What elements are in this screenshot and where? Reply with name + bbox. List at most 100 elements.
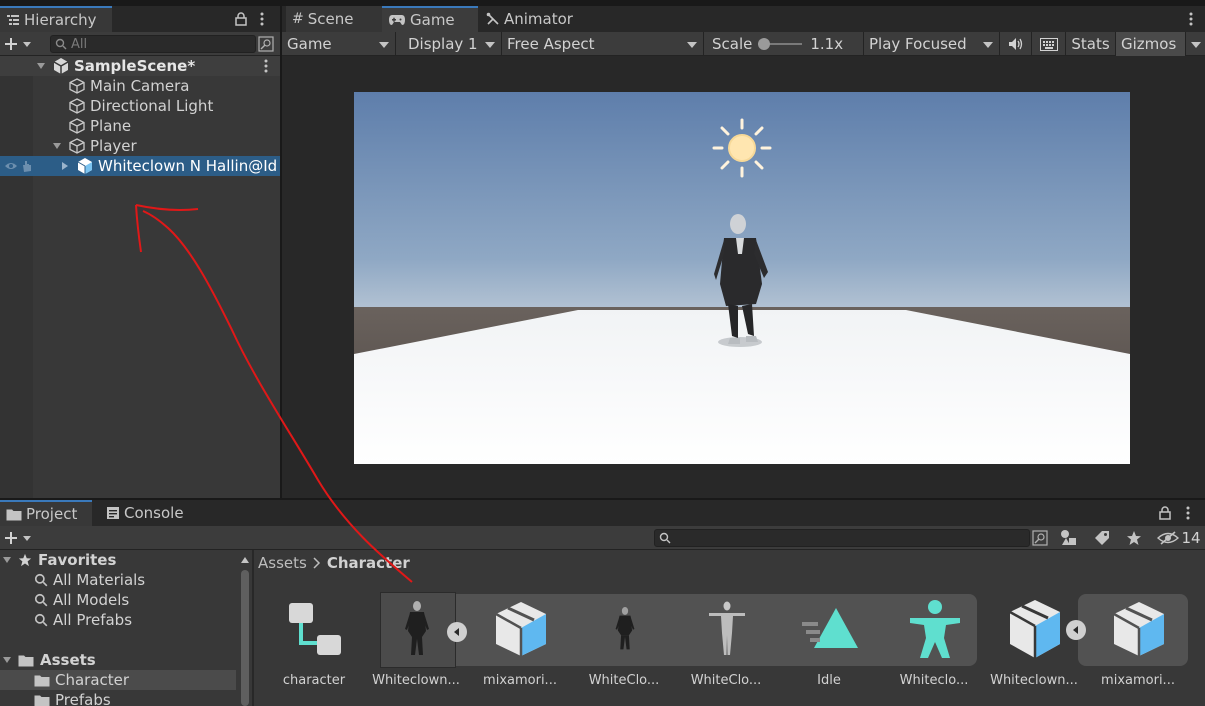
folder-item-character[interactable]: Character xyxy=(0,670,236,690)
project-content: Assets Character character Whiteclown... xyxy=(254,550,1205,706)
lock-icon[interactable] xyxy=(1158,504,1172,522)
favorite-item[interactable]: All Models xyxy=(0,590,236,610)
more-vertical-icon[interactable] xyxy=(256,10,268,28)
scrollbar-thumb[interactable] xyxy=(241,570,249,706)
pickable-hand-icon[interactable] xyxy=(20,159,34,173)
more-vertical-icon[interactable] xyxy=(1185,10,1197,28)
more-vertical-icon[interactable] xyxy=(1182,504,1194,522)
hierarchy-item[interactable]: Plane xyxy=(0,116,280,136)
aspect-dropdown[interactable]: Free Aspect xyxy=(502,32,704,56)
hierarchy-item[interactable]: Player xyxy=(0,136,280,156)
asset-label: Whiteclown... xyxy=(372,673,460,688)
hierarchy-item-label: Whiteclown N Hallin@Id xyxy=(98,157,278,175)
favorite-item-label: All Materials xyxy=(53,571,146,589)
expand-arrow-icon[interactable] xyxy=(2,655,12,665)
scale-control: Scale 1.1x xyxy=(704,32,864,56)
animation-clip-icon xyxy=(795,594,865,664)
scene-row[interactable]: SampleScene* xyxy=(0,56,280,76)
breadcrumb: Assets Character xyxy=(254,550,1205,576)
favorites-label: Favorites xyxy=(38,551,117,569)
hierarchy-toolbar: All xyxy=(0,32,280,56)
tab-project[interactable]: Project xyxy=(0,500,92,526)
asset-item[interactable]: WhiteClo... xyxy=(576,594,672,704)
ground-plane xyxy=(354,310,1130,464)
hierarchy-item-selected[interactable]: Whiteclown N Hallin@Id xyxy=(0,156,280,176)
console-icon xyxy=(106,506,120,520)
shortcuts-button[interactable] xyxy=(1032,32,1066,56)
asset-item[interactable]: mixamori... xyxy=(1090,594,1186,704)
scale-slider[interactable] xyxy=(758,36,803,52)
gizmos-dropdown[interactable] xyxy=(1186,32,1205,56)
favorite-item[interactable]: All Prefabs xyxy=(0,610,236,630)
scene-search-icon[interactable] xyxy=(257,35,275,53)
asset-label: character xyxy=(282,673,346,688)
tab-game-label: Game xyxy=(410,11,455,29)
search-placeholder: All xyxy=(71,36,88,52)
search-by-scene-icon[interactable] xyxy=(1031,529,1049,547)
gizmos-button[interactable]: Gizmos xyxy=(1116,32,1186,56)
scale-label: Scale xyxy=(712,35,753,53)
star-icon xyxy=(18,553,32,567)
hierarchy-item-label: Directional Light xyxy=(90,97,214,115)
hierarchy-item[interactable]: Main Camera xyxy=(0,76,280,96)
hierarchy-tabbar: Hierarchy xyxy=(0,6,280,32)
filter-by-label-icon[interactable] xyxy=(1090,528,1114,548)
assets-row[interactable]: Assets xyxy=(0,650,236,670)
favorite-item[interactable]: All Materials xyxy=(0,570,236,590)
expand-arrow-button[interactable] xyxy=(1066,620,1086,640)
mute-audio-button[interactable] xyxy=(1000,32,1032,56)
tab-console[interactable]: Console xyxy=(100,500,196,526)
asset-item[interactable]: WhiteClo... xyxy=(678,594,774,704)
tab-hierarchy[interactable]: Hierarchy xyxy=(0,6,112,32)
tab-scene[interactable]: # Scene xyxy=(286,6,382,32)
play-mode-dropdown[interactable]: Play Focused xyxy=(864,32,1000,56)
lock-icon[interactable] xyxy=(234,10,248,28)
expand-arrow-icon[interactable] xyxy=(2,555,12,565)
scene-more-icon[interactable] xyxy=(264,59,268,73)
visibility-eye-icon[interactable] xyxy=(4,160,18,172)
model-thumbnail xyxy=(382,594,452,664)
expand-arrow-icon[interactable] xyxy=(36,61,46,71)
expand-arrow-right-icon[interactable] xyxy=(60,161,70,171)
create-dropdown-button[interactable] xyxy=(2,529,34,547)
prefab-cube-icon xyxy=(486,594,556,664)
stats-button[interactable]: Stats xyxy=(1066,32,1116,56)
filter-by-type-icon[interactable] xyxy=(1058,528,1080,548)
breadcrumb-current[interactable]: Character xyxy=(327,554,410,572)
chevron-down-icon xyxy=(379,42,389,48)
game-view-dropdown[interactable]: Game xyxy=(282,32,396,56)
hierarchy-list-icon xyxy=(6,13,20,27)
asset-item-model[interactable]: Whiteclown... xyxy=(368,592,464,704)
hidden-packages-toggle[interactable]: 14 xyxy=(1156,528,1202,548)
folder-item-label: Prefabs xyxy=(55,691,111,706)
display-dropdown[interactable]: Display 1 xyxy=(396,32,502,56)
asset-item[interactable]: mixamori... xyxy=(472,594,568,704)
asset-item[interactable]: character xyxy=(266,594,362,704)
animator-icon xyxy=(486,12,500,26)
add-dropdown-button[interactable] xyxy=(2,35,34,53)
tab-game[interactable]: Game xyxy=(382,6,478,32)
tree-scrollbar[interactable] xyxy=(238,550,252,706)
collapse-arrow-button[interactable] xyxy=(447,622,467,642)
asset-item[interactable]: Idle xyxy=(781,594,877,704)
project-tabbar: Project Console xyxy=(0,500,1205,526)
prefab-cube-icon xyxy=(1000,594,1070,664)
folder-item-prefabs[interactable]: Prefabs xyxy=(0,690,236,706)
hierarchy-search-input[interactable]: All xyxy=(50,35,256,53)
project-search-input[interactable] xyxy=(654,529,1030,547)
unity-scene-icon xyxy=(53,58,69,74)
favorite-item-label: All Models xyxy=(53,591,130,609)
scroll-up-icon[interactable] xyxy=(240,556,250,564)
game-viewport[interactable] xyxy=(354,92,1130,464)
tab-animator[interactable]: Animator xyxy=(480,6,580,32)
asset-item[interactable]: Whiteclo... xyxy=(886,594,982,704)
panel-splitter[interactable] xyxy=(0,498,1205,500)
asset-item[interactable]: Whiteclown... xyxy=(986,594,1082,704)
favorites-row[interactable]: Favorites xyxy=(0,550,236,570)
scale-slider-thumb[interactable] xyxy=(758,38,771,50)
expand-arrow-icon[interactable] xyxy=(52,141,62,151)
favorite-star-icon[interactable] xyxy=(1122,528,1146,548)
breadcrumb-root[interactable]: Assets xyxy=(258,554,307,572)
panel-splitter[interactable] xyxy=(280,6,282,500)
hierarchy-item[interactable]: Directional Light xyxy=(0,96,280,116)
